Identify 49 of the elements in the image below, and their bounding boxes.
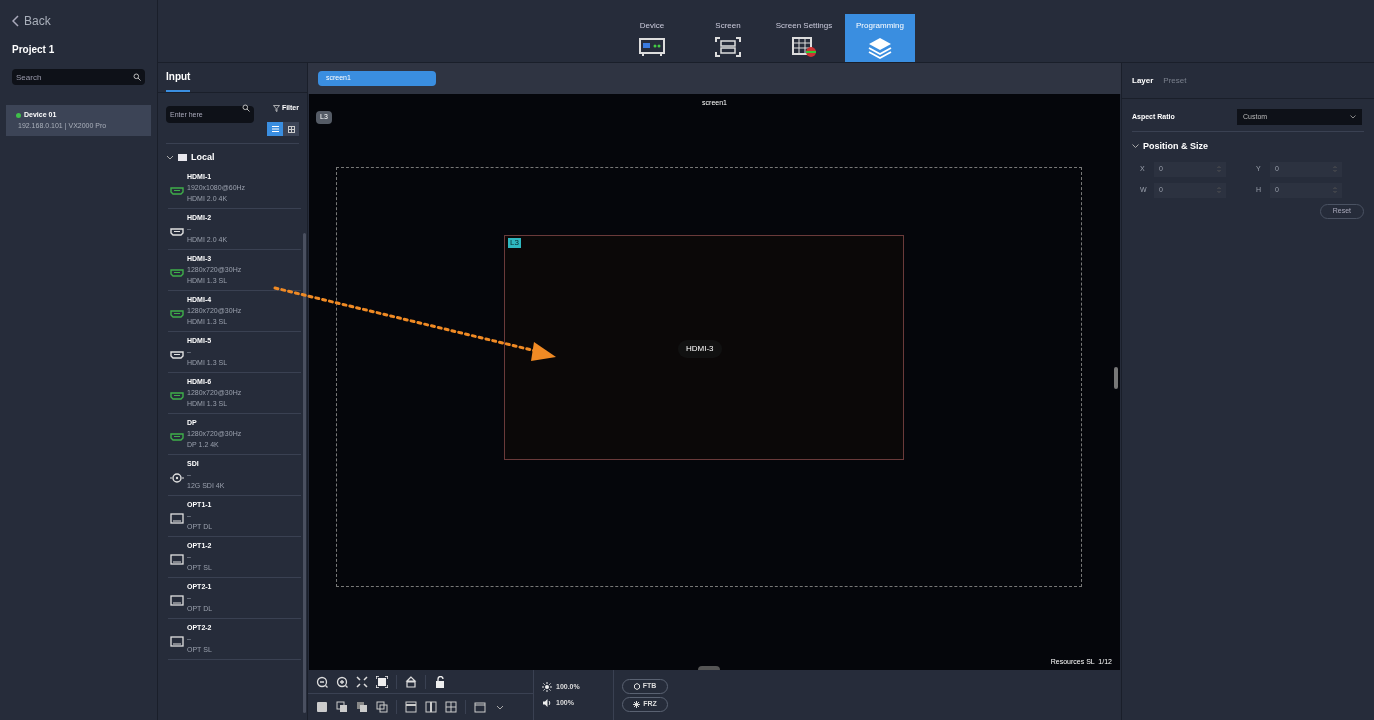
input-tab[interactable]: Input [166,69,191,92]
quad-icon[interactable] [445,701,457,713]
unlock-icon[interactable] [434,675,446,688]
caret-icon[interactable] [1132,144,1139,150]
layer-badge: L3 [508,238,521,248]
send-back-icon[interactable] [336,701,348,713]
caret-icon[interactable] [166,154,174,161]
grid-icon [790,36,818,60]
panel-tab[interactable]: Layer [1132,74,1154,87]
search-field[interactable]: Search [12,69,145,85]
grid-view-button[interactable] [283,122,299,136]
layout-icon[interactable] [405,701,417,713]
folder-icon [178,154,187,162]
layers-icon [866,36,894,60]
volume-icon [542,697,552,708]
fit-icon[interactable] [356,675,368,688]
nav-tab[interactable]: Screen [693,14,763,62]
split-icon[interactable] [425,701,437,713]
grid-icon [287,125,295,133]
align-icon[interactable] [405,675,417,688]
group-label: Local [191,151,215,164]
bring-front-icon[interactable] [316,701,328,713]
source-label: HDMI-3 [678,340,722,358]
section-title[interactable]: Position & Size [1143,140,1208,154]
backward-icon[interactable] [376,701,388,713]
resize-handle[interactable] [698,666,720,670]
resize-handle[interactable] [1114,367,1118,389]
nav-tab[interactable]: Screen Settings [769,14,839,62]
list-icon [271,126,279,132]
search-icon [242,104,250,112]
forward-icon[interactable] [356,701,368,713]
project-title: Project 1 [11,43,56,57]
layer-window[interactable]: L3 HDMI-3 [504,235,904,460]
zoom-in-icon[interactable] [336,675,348,688]
fullscreen-icon[interactable] [376,675,388,688]
back-icon[interactable] [12,15,20,27]
screen-icon [714,36,742,60]
scrollbar[interactable] [303,233,306,713]
zoom-out-icon[interactable] [316,675,328,688]
list-view-button[interactable] [267,122,283,136]
search-icon [133,73,141,81]
filter-icon [272,105,280,112]
chevron-down-icon [1350,115,1356,119]
panel-tab[interactable]: Preset [1163,74,1187,87]
window-icon[interactable] [474,701,486,713]
snowflake-icon [633,700,641,708]
nav-tab[interactable]: Device [617,14,687,62]
back-link[interactable]: Back [24,12,51,30]
brightness-icon [542,682,552,693]
